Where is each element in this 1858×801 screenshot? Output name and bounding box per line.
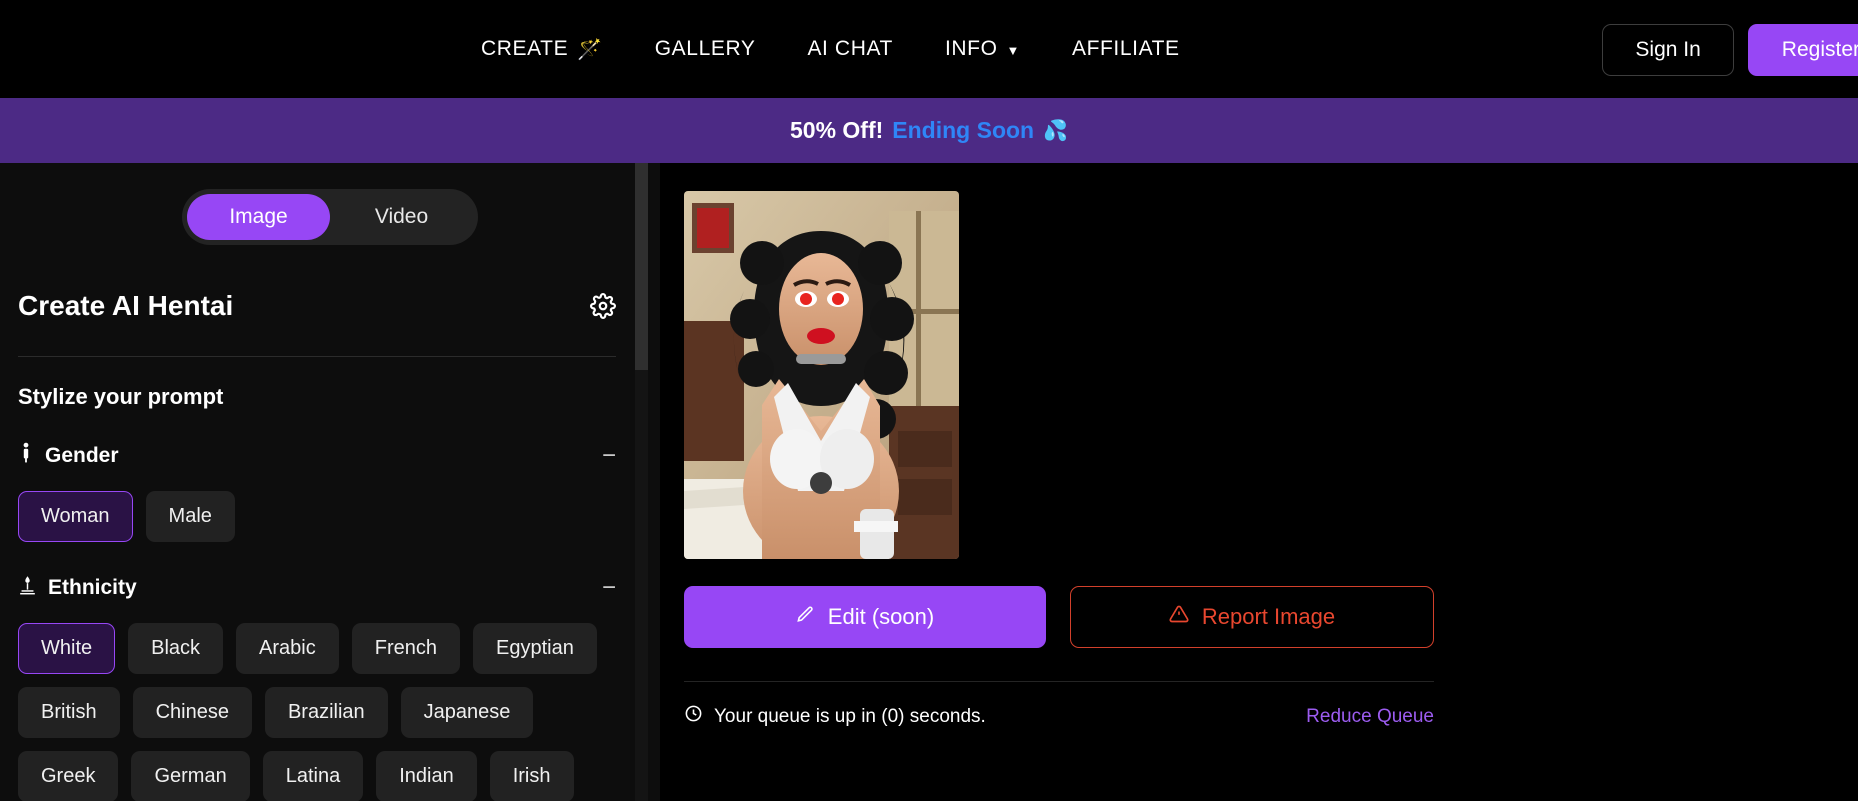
promo-banner[interactable]: 50% Off! Ending Soon 💦: [0, 98, 1858, 163]
gender-option-male[interactable]: Male: [145, 491, 235, 542]
panel-header: Create AI Hentai: [18, 290, 642, 322]
nav-item-gallery-label: GALLERY: [654, 37, 756, 60]
promo-discount-text: 50% Off!: [789, 117, 884, 143]
generation-settings-sidebar: Image Video Create AI Hentai Stylize you…: [0, 163, 660, 801]
sidebar-scrollbar-thumb[interactable]: [635, 163, 648, 370]
nav-auth-actions: Sign In Register: [1602, 24, 1858, 76]
queue-status-row: Your queue is up in (0) seconds. Reduce …: [684, 704, 1434, 729]
ethnicity-option-brazilian[interactable]: Brazilian: [264, 687, 388, 738]
sweat-droplets-icon: 💦: [1043, 120, 1068, 142]
magic-wand-icon: 🪄: [577, 38, 603, 61]
nav-item-gallery[interactable]: GALLERY: [629, 37, 782, 61]
header-divider: [18, 356, 616, 357]
clock-icon: [684, 704, 703, 729]
report-image-button[interactable]: Report Image: [1070, 586, 1434, 648]
register-button[interactable]: Register: [1747, 24, 1858, 76]
ethnicity-option-white[interactable]: White: [18, 623, 116, 674]
nav-item-ai-chat[interactable]: AI CHAT: [781, 37, 918, 61]
group-header-ethnicity[interactable]: Ethnicity −: [18, 574, 642, 601]
ethnicity-option-arabic[interactable]: Arabic: [236, 623, 339, 674]
image-actions: Edit (soon) Report Image: [684, 586, 1434, 648]
tab-image[interactable]: Image: [187, 194, 330, 240]
ethnicity-options: White Black Arabic French Egyptian Briti…: [18, 623, 642, 801]
edit-button-label: Edit (soon): [827, 604, 935, 629]
gender-option-woman[interactable]: Woman: [18, 491, 133, 542]
group-header-ethnicity-left: Ethnicity: [18, 574, 137, 601]
nav-item-create[interactable]: CREATE 🪄: [455, 37, 629, 62]
nav-item-affiliate[interactable]: AFFILIATE: [1046, 37, 1206, 61]
ethnicity-option-chinese[interactable]: Chinese: [132, 687, 252, 738]
top-navigation-bar: CREATE 🪄 GALLERY AI CHAT INFO ▼ AFFILIAT…: [0, 0, 1858, 98]
tab-video[interactable]: Video: [330, 194, 473, 240]
ethnicity-option-german[interactable]: German: [131, 751, 250, 801]
ethnicity-option-black[interactable]: Black: [128, 623, 224, 674]
collapse-toggle-gender[interactable]: −: [602, 443, 616, 467]
ethnicity-option-latina[interactable]: Latina: [262, 751, 364, 801]
nav-links: CREATE 🪄 GALLERY AI CHAT INFO ▼ AFFILIAT…: [455, 0, 1206, 98]
chevron-down-icon: ▼: [1006, 42, 1020, 58]
ethnicity-icon: [18, 574, 37, 601]
sidebar-scroll-content: Image Video Create AI Hentai Stylize you…: [0, 163, 660, 801]
reduce-queue-link[interactable]: Reduce Queue: [1306, 706, 1434, 728]
ethnicity-option-indian[interactable]: Indian: [376, 751, 477, 801]
promo-ending-soon-link[interactable]: Ending Soon: [892, 117, 1034, 144]
queue-status: Your queue is up in (0) seconds.: [684, 704, 986, 729]
group-label-ethnicity: Ethnicity: [48, 575, 137, 599]
generated-image-preview[interactable]: [684, 191, 959, 559]
nav-item-info-label: INFO: [944, 37, 998, 60]
collapse-toggle-ethnicity[interactable]: −: [602, 575, 616, 599]
nav-item-create-label: CREATE: [481, 37, 569, 60]
report-image-button-label: Report Image: [1201, 604, 1336, 629]
ethnicity-option-irish[interactable]: Irish: [489, 751, 574, 801]
gender-options: Woman Male: [18, 491, 642, 542]
ethnicity-option-egyptian[interactable]: Egyptian: [472, 623, 597, 674]
queue-status-text: Your queue is up in (0) seconds.: [714, 705, 986, 727]
ethnicity-option-french[interactable]: French: [351, 623, 460, 674]
media-type-toggle: Image Video: [182, 189, 478, 245]
pencil-icon: [796, 604, 815, 630]
ethnicity-option-greek[interactable]: Greek: [18, 751, 119, 801]
sign-in-button[interactable]: Sign In: [1602, 24, 1734, 76]
result-panel: Edit (soon) Report Image Your queue is u…: [660, 163, 1858, 801]
page-title: Create AI Hentai: [18, 290, 234, 321]
edit-button[interactable]: Edit (soon): [684, 586, 1046, 648]
gear-icon[interactable]: [590, 293, 616, 319]
stylize-heading: Stylize your prompt: [18, 384, 224, 409]
nav-item-affiliate-label: AFFILIATE: [1071, 37, 1180, 60]
ethnicity-option-japanese[interactable]: Japanese: [400, 687, 534, 738]
nav-item-ai-chat-label: AI CHAT: [807, 37, 893, 60]
group-header-gender-left: Gender: [18, 442, 119, 469]
workspace: Image Video Create AI Hentai Stylize you…: [0, 163, 1858, 801]
ethnicity-option-british[interactable]: British: [18, 687, 120, 738]
queue-divider: [684, 681, 1434, 682]
nav-item-info[interactable]: INFO ▼: [919, 37, 1046, 61]
group-header-gender[interactable]: Gender −: [18, 442, 642, 469]
warning-triangle-icon: [1169, 604, 1189, 630]
group-label-gender: Gender: [45, 443, 119, 467]
person-icon: [18, 442, 34, 469]
